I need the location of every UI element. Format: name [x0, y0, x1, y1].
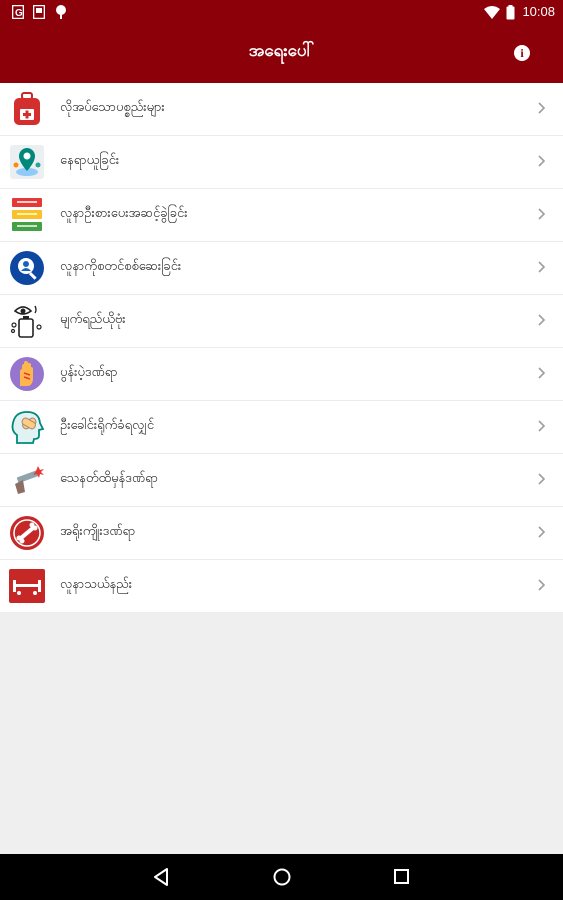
chevron-right-icon [538, 102, 546, 114]
list-item[interactable]: သေနတ်ထိမှန်ဒဏ်ရာ [0, 454, 563, 507]
navigation-bar [0, 854, 563, 900]
list-item[interactable]: ဦးခေါင်းရိုက်ခံရလျှင် [0, 401, 563, 454]
list-item[interactable]: နေရာယူခြင်း [0, 136, 563, 189]
list-item-label: ဦးခေါင်းရိုက်ခံရလျှင် [60, 418, 155, 433]
sim-card-icon [33, 5, 45, 19]
list-item[interactable]: လိုအပ်သောပစ္စည်းများ [0, 83, 563, 136]
page-title: အရေးပေါ် [248, 41, 315, 61]
svg-text:G: G [15, 8, 23, 19]
person-search-icon [10, 251, 44, 285]
chevron-right-icon [538, 314, 546, 326]
chevron-right-icon [538, 473, 546, 485]
list-item-label: နေရာယူခြင်း [60, 153, 120, 168]
info-icon[interactable]: i [514, 45, 530, 61]
recents-icon[interactable] [393, 867, 411, 887]
list-item-label: လူနာသယ်နည်း [60, 577, 133, 592]
first-aid-bag-icon [14, 92, 40, 125]
menu-list: လိုအပ်သောပစ္စည်းများ နေရာယူခြင်း လူနာဦးစ… [0, 83, 563, 612]
head-injury-icon [11, 411, 45, 444]
hand-abrasion-icon [10, 357, 44, 391]
app-bar: အရေးပေါ် i [0, 26, 563, 83]
chevron-right-icon [538, 420, 546, 432]
wifi-icon [484, 6, 500, 19]
tear-gas-icon [10, 305, 42, 338]
chevron-right-icon [538, 367, 546, 379]
notification-icon: G [12, 5, 24, 19]
home-icon[interactable] [272, 867, 292, 887]
list-item[interactable]: လူနာဦးစားပေးအဆင့်ခွဲခြင်း [0, 189, 563, 242]
list-item[interactable]: လူနာသယ်နည်း [0, 560, 563, 612]
chevron-right-icon [538, 208, 546, 220]
list-item-label: လိုအပ်သောပစ္စည်းများ [60, 100, 165, 115]
stretcher-icon [9, 569, 45, 603]
list-item-label: အရိုးကျိုးဒဏ်ရာ [60, 524, 136, 539]
gunshot-icon [15, 466, 44, 494]
location-pin-icon [10, 145, 44, 179]
battery-icon [506, 5, 515, 20]
status-bar: G 10:08 [0, 0, 563, 26]
chevron-right-icon [538, 261, 546, 273]
list-item-label: ပွန်းပဲ့ဒဏ်ရာ [60, 365, 118, 380]
list-item-label: မျက်ရည်ယိုဗုံး [60, 312, 126, 327]
chevron-right-icon [538, 579, 546, 591]
chevron-right-icon [538, 155, 546, 167]
list-item[interactable]: အရိုးကျိုးဒဏ်ရာ [0, 507, 563, 560]
list-item-label: လူနာကိုစတင်စစ်ဆေးခြင်း [60, 259, 182, 274]
tree-icon [56, 5, 66, 19]
list-item-label: လူနာဦးစားပေးအဆင့်ခွဲခြင်း [60, 206, 188, 221]
back-icon[interactable] [152, 867, 170, 887]
list-item[interactable]: မျက်ရည်ယိုဗုံး [0, 295, 563, 348]
triage-color-bars-icon [12, 198, 42, 231]
list-item[interactable]: လူနာကိုစတင်စစ်ဆေးခြင်း [0, 242, 563, 295]
list-item-label: သေနတ်ထိမှန်ဒဏ်ရာ [60, 471, 158, 486]
status-time: 10:08 [522, 4, 555, 19]
list-item[interactable]: ပွန်းပဲ့ဒဏ်ရာ [0, 348, 563, 401]
broken-bone-icon [10, 516, 44, 550]
chevron-right-icon [538, 526, 546, 538]
